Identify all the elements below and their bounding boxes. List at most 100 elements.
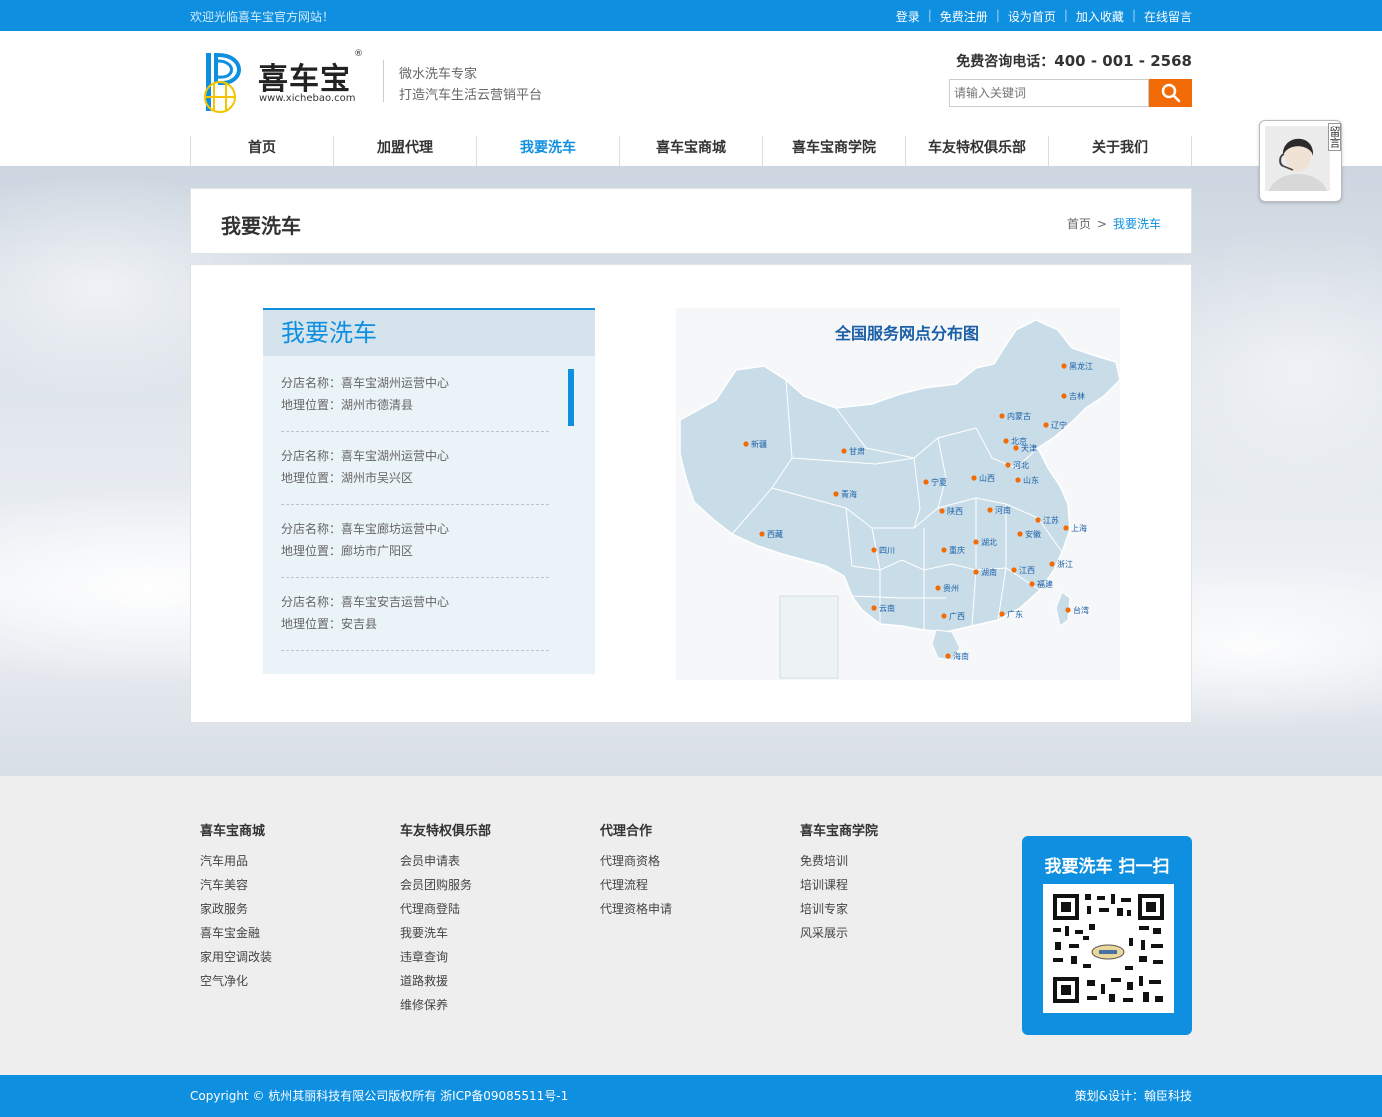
qr-title: 我要洗车 扫一扫	[1044, 857, 1170, 877]
store-item[interactable]: 分店名称：喜车宝湖州运营中心 地理位置：湖州市吴兴区	[281, 445, 549, 505]
footer-link[interactable]: 培训课程	[800, 873, 878, 897]
city-dot[interactable]	[935, 585, 941, 591]
footer-link[interactable]: 违章查询	[400, 945, 491, 969]
footer-link[interactable]: 空气净化	[200, 969, 272, 993]
store-name: 分店名称：喜车宝湖州运营中心	[281, 376, 450, 390]
store-item[interactable]: 分店名称：喜车宝湖州运营中心 地理位置：湖州市德清县	[281, 372, 549, 432]
logo-p-icon[interactable]	[196, 51, 248, 113]
city-dot[interactable]	[1065, 607, 1071, 613]
city-dot[interactable]	[743, 441, 749, 447]
city-dot[interactable]	[987, 507, 993, 513]
footer-link[interactable]: 家政服务	[200, 897, 272, 921]
logo-text[interactable]: 喜车宝	[258, 54, 351, 98]
search-input[interactable]	[949, 79, 1149, 107]
province-label: 福建	[1037, 579, 1053, 589]
online-message-link[interactable]: 在线留言	[1144, 8, 1192, 25]
city-dot[interactable]	[1003, 438, 1009, 444]
province-label: 江苏	[1043, 515, 1059, 525]
province-label: 吉林	[1069, 391, 1085, 401]
footer-link[interactable]: 代理商资格	[600, 849, 672, 873]
store-name: 分店名称：喜车宝廊坊运营中心	[281, 522, 450, 536]
footer-link[interactable]: 维修保养	[400, 993, 491, 1017]
city-dot[interactable]	[871, 605, 877, 611]
city-dot[interactable]	[841, 448, 847, 454]
nav-home[interactable]: 首页	[190, 136, 333, 166]
province-label: 安徽	[1025, 529, 1041, 539]
hotline: 免费咨询电话：400 - 001 - 2568	[956, 51, 1192, 71]
city-dot[interactable]	[759, 531, 765, 537]
nav-franchise[interactable]: 加盟代理	[333, 136, 476, 166]
nav-about[interactable]: 关于我们	[1048, 136, 1192, 166]
footer-link[interactable]: 汽车用品	[200, 849, 272, 873]
city-dot[interactable]	[941, 547, 947, 553]
city-dot[interactable]	[1061, 393, 1067, 399]
city-dot[interactable]	[945, 653, 951, 659]
footer-column-title: 车友特权俱乐部	[400, 824, 492, 839]
footer-link[interactable]: 汽车美容	[200, 873, 272, 897]
copyright: Copyright © 杭州其丽科技有限公司版权所有 浙ICP备09085511…	[190, 1089, 569, 1103]
city-dot[interactable]	[1035, 517, 1041, 523]
store-item[interactable]: 分店名称：喜车宝安吉运营中心 地理位置：安吉县	[281, 591, 549, 651]
city-dot[interactable]	[1029, 581, 1035, 587]
city-dot[interactable]	[923, 479, 929, 485]
search-icon	[1161, 83, 1180, 103]
city-dot[interactable]	[833, 491, 839, 497]
store-name: 分店名称：喜车宝湖州运营中心	[281, 449, 450, 463]
footer-link[interactable]: 培训专家	[800, 897, 878, 921]
city-dot[interactable]	[973, 539, 979, 545]
footer-link[interactable]: 我要洗车	[400, 921, 491, 945]
city-dot[interactable]	[1005, 462, 1011, 468]
store-list-heading: 我要洗车	[263, 310, 595, 356]
city-dot[interactable]	[1011, 567, 1017, 573]
nav-car-wash[interactable]: 我要洗车	[476, 136, 619, 166]
search-button[interactable]	[1149, 79, 1192, 107]
city-dot[interactable]	[941, 613, 947, 619]
qr-code[interactable]	[1043, 884, 1174, 1013]
city-dot[interactable]	[871, 547, 877, 553]
nav-club[interactable]: 车友特权俱乐部	[905, 136, 1048, 166]
city-dot[interactable]	[1043, 422, 1049, 428]
province-label: 陕西	[947, 506, 963, 516]
qr-panel: 我要洗车 扫一扫	[1022, 836, 1192, 1035]
add-favorite-link[interactable]: 加入收藏	[1076, 8, 1124, 25]
city-dot[interactable]	[973, 569, 979, 575]
top-bar: 欢迎光临喜车宝官方网站！ 登录 | 免费注册 | 设为首页 | 加入收藏 | 在线留言	[0, 0, 1382, 31]
city-dot[interactable]	[1015, 477, 1021, 483]
login-link[interactable]: 登录	[896, 8, 920, 25]
nav-academy[interactable]: 喜车宝商学院	[762, 136, 905, 166]
map-title: 全国服务网点分布图	[834, 324, 979, 343]
city-dot[interactable]	[939, 508, 945, 514]
province-label: 辽宁	[1051, 420, 1067, 430]
footer-link[interactable]: 代理商登陆	[400, 897, 491, 921]
chat-widget[interactable]: 留言	[1259, 120, 1342, 202]
footer-link[interactable]: 会员团购服务	[400, 873, 491, 897]
store-list-scrollbar[interactable]	[568, 369, 574, 426]
city-dot[interactable]	[999, 611, 1005, 617]
province-label: 海南	[953, 651, 969, 661]
breadcrumb-current[interactable]: 我要洗车	[1113, 217, 1161, 231]
china-map: 黑龙江吉林辽宁内蒙古北京天津河北新疆甘肃宁夏 山西 山东青海陕西 河南江苏上海安徽西藏…	[679, 319, 1120, 679]
city-dot[interactable]	[1013, 445, 1019, 451]
register-link[interactable]: 免费注册	[940, 8, 988, 25]
city-dot[interactable]	[1063, 525, 1069, 531]
city-dot[interactable]	[1049, 561, 1055, 567]
city-dot[interactable]	[971, 475, 977, 481]
nav-mall[interactable]: 喜车宝商城	[619, 136, 762, 166]
city-dot[interactable]	[1061, 363, 1067, 369]
footer-link[interactable]: 代理资格申请	[600, 897, 672, 921]
footer-link[interactable]: 代理流程	[600, 873, 672, 897]
bottom-bar: Copyright © 杭州其丽科技有限公司版权所有 浙ICP备09085511…	[0, 1075, 1382, 1117]
footer-link[interactable]: 道路救援	[400, 969, 491, 993]
footer-link[interactable]: 家用空调改装	[200, 945, 272, 969]
footer-link[interactable]: 免费培训	[800, 849, 878, 873]
province-label: 云南	[879, 603, 895, 613]
footer-link[interactable]: 会员申请表	[400, 849, 491, 873]
city-dot[interactable]	[999, 413, 1005, 419]
set-homepage-link[interactable]: 设为首页	[1008, 8, 1056, 25]
breadcrumb-separator: >	[1096, 217, 1107, 231]
footer-link[interactable]: 喜车宝金融	[200, 921, 272, 945]
breadcrumb-home[interactable]: 首页	[1067, 217, 1091, 231]
city-dot[interactable]	[1017, 531, 1023, 537]
store-item[interactable]: 分店名称：喜车宝廊坊运营中心 地理位置：廊坊市广阳区	[281, 518, 549, 578]
footer-link[interactable]: 风采展示	[800, 921, 878, 945]
